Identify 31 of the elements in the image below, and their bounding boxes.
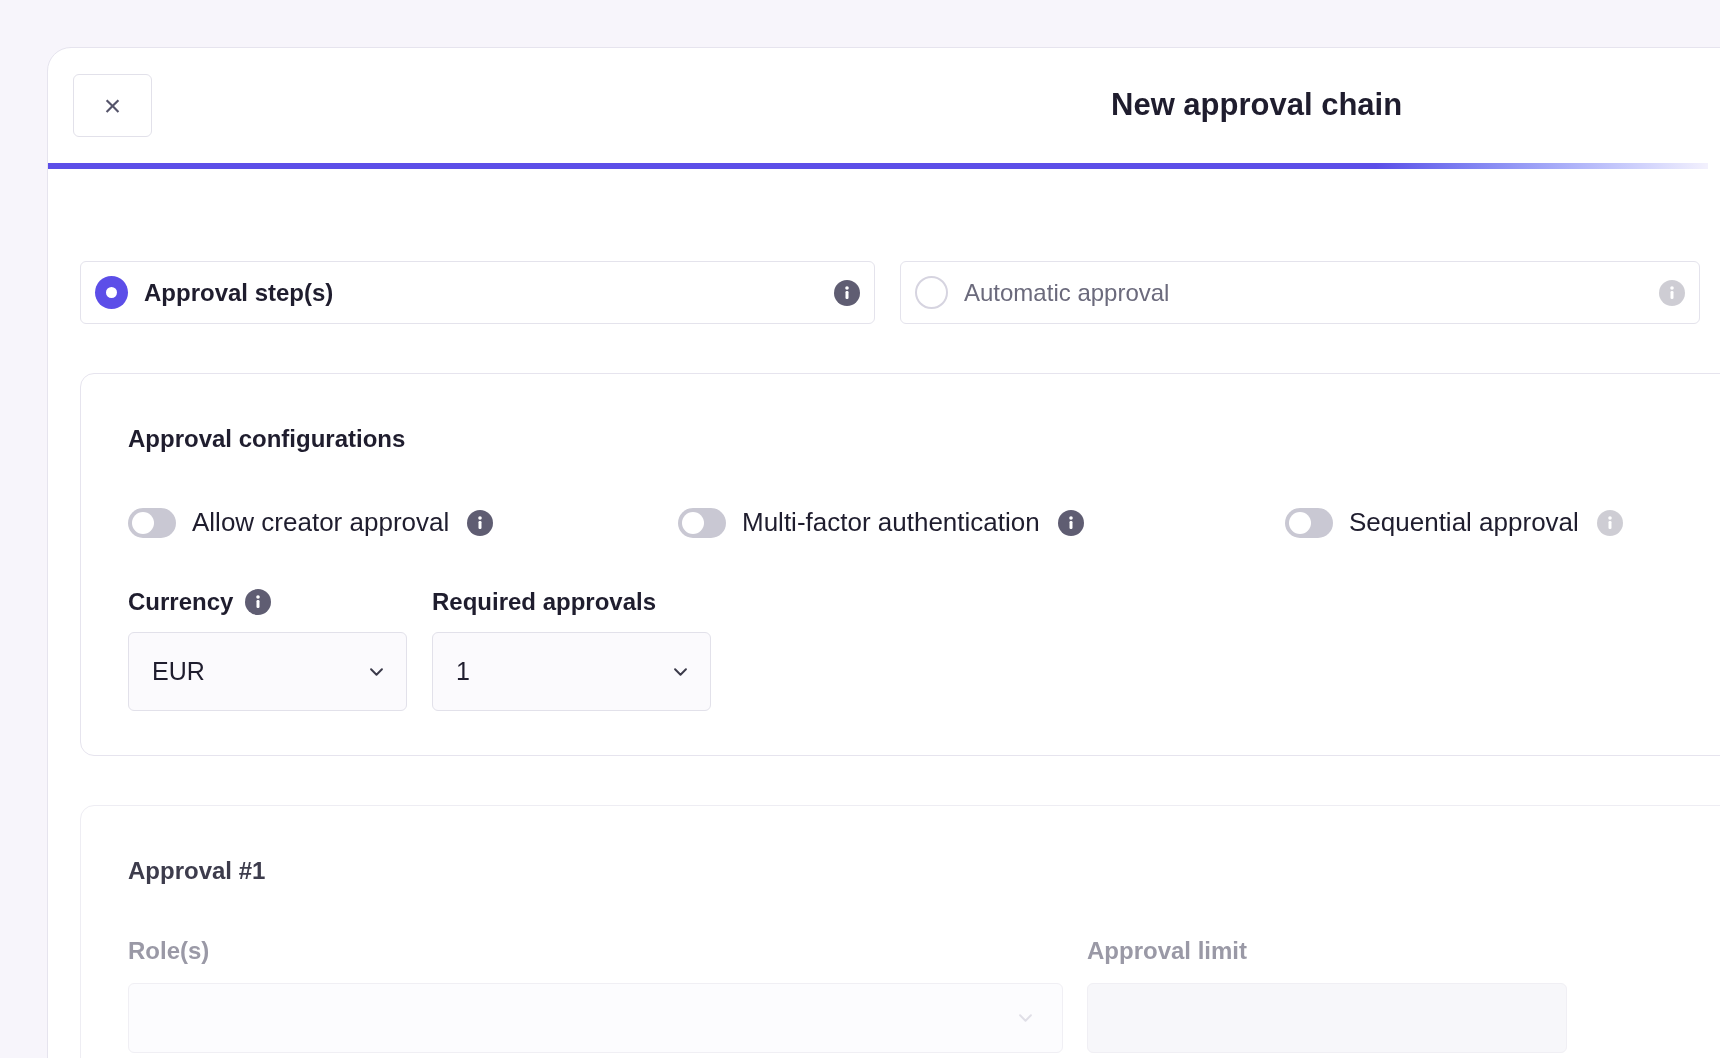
approval-type-option[interactable]: Automatic approval <box>900 261 1700 324</box>
info-icon <box>467 509 494 536</box>
chevron-down-icon <box>370 667 383 676</box>
option-label: Approval step(s) <box>144 277 335 308</box>
toggle-label: Multi-factor authentication <box>742 506 1040 539</box>
option-label: Automatic approval <box>964 277 1171 308</box>
select-field[interactable]: 1 <box>432 632 711 711</box>
field-label: Role(s) <box>128 936 211 966</box>
select-field[interactable]: EUR <box>128 632 407 711</box>
section-heading: Approval configurations <box>128 424 407 454</box>
toggle-label: Sequential approval <box>1349 506 1579 539</box>
toggle-switch[interactable] <box>678 507 726 538</box>
dialog-title: New approval chain <box>1111 86 1403 125</box>
toggle-switch[interactable] <box>128 507 176 538</box>
field-label: Approval limit <box>1087 936 1249 966</box>
select-value: 1 <box>456 655 470 687</box>
section-heading: Approval #1 <box>128 856 267 886</box>
select-field[interactable] <box>128 983 1063 1053</box>
radio-button[interactable] <box>915 276 948 309</box>
info-icon <box>1596 509 1623 536</box>
select-value: EUR <box>152 655 205 687</box>
field-label: Required approvals <box>432 587 657 617</box>
info-icon <box>1057 509 1084 536</box>
radio-button[interactable] <box>95 276 128 309</box>
toggle-switch[interactable] <box>1285 507 1333 538</box>
chevron-down-icon <box>674 667 687 676</box>
toggle-label: Allow creator approval <box>192 506 450 539</box>
approval-type-option[interactable]: Approval step(s) <box>80 261 875 324</box>
chevron-down-icon <box>1019 1014 1032 1022</box>
field-label: Currency <box>128 587 234 617</box>
close-button[interactable]: × <box>73 74 152 137</box>
